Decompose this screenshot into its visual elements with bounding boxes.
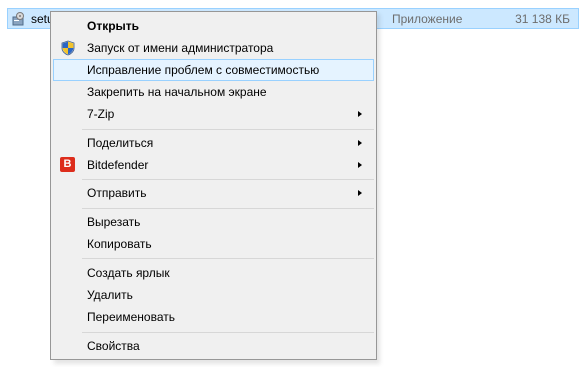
menu-item-label: Bitdefender — [87, 158, 149, 172]
menu-item-label: Копировать — [87, 237, 152, 251]
menu-item-label: Вырезать — [87, 215, 141, 229]
uac-shield-icon — [60, 40, 76, 56]
menu-item-rename[interactable]: Переименовать — [53, 306, 374, 328]
menu-item-label: Исправление проблем с совместимостью — [87, 63, 320, 77]
menu-item-label: 7-Zip — [87, 107, 115, 121]
submenu-arrow-icon — [358, 140, 362, 146]
menu-item-delete[interactable]: Удалить — [53, 284, 374, 306]
menu-item-label: Закрепить на начальном экране — [87, 85, 267, 99]
menu-separator — [82, 258, 374, 259]
menu-item-run-as-admin[interactable]: Запуск от имени администратора — [53, 37, 374, 59]
menu-item-properties[interactable]: Свойства — [53, 335, 374, 357]
menu-separator — [82, 129, 374, 130]
file-size: 31 138 КБ — [515, 12, 570, 26]
menu-item-7zip[interactable]: 7-Zip — [53, 103, 374, 125]
menu-item-pin-to-start[interactable]: Закрепить на начальном экране — [53, 81, 374, 103]
menu-item-copy[interactable]: Копировать — [53, 233, 374, 255]
submenu-arrow-icon — [358, 190, 362, 196]
menu-separator — [82, 179, 374, 180]
menu-item-bitdefender[interactable]: B Bitdefender — [53, 154, 374, 176]
menu-item-label: Поделиться — [87, 136, 154, 150]
menu-item-label: Отправить — [87, 186, 147, 200]
submenu-arrow-icon — [358, 162, 362, 168]
menu-item-share[interactable]: Поделиться — [53, 132, 374, 154]
menu-item-open[interactable]: Открыть — [53, 15, 374, 37]
menu-item-label: Удалить — [87, 288, 133, 302]
menu-item-send-to[interactable]: Отправить — [53, 182, 374, 204]
submenu-arrow-icon — [358, 111, 362, 117]
menu-item-cut[interactable]: Вырезать — [53, 211, 374, 233]
installer-icon — [11, 11, 27, 27]
menu-separator — [82, 208, 374, 209]
file-type: Приложение — [392, 12, 463, 26]
menu-item-label: Создать ярлык — [87, 266, 170, 280]
context-menu: Открыть Запуск от имени администратора И… — [50, 11, 377, 360]
menu-item-label: Свойства — [87, 339, 140, 353]
menu-item-create-shortcut[interactable]: Создать ярлык — [53, 262, 374, 284]
menu-item-label: Открыть — [87, 19, 140, 33]
menu-item-label: Переименовать — [87, 310, 175, 324]
menu-separator — [82, 332, 374, 333]
menu-item-label: Запуск от имени администратора — [87, 41, 274, 55]
bitdefender-icon: B — [60, 157, 75, 172]
menu-item-troubleshoot-compatibility[interactable]: Исправление проблем с совместимостью — [53, 59, 374, 81]
